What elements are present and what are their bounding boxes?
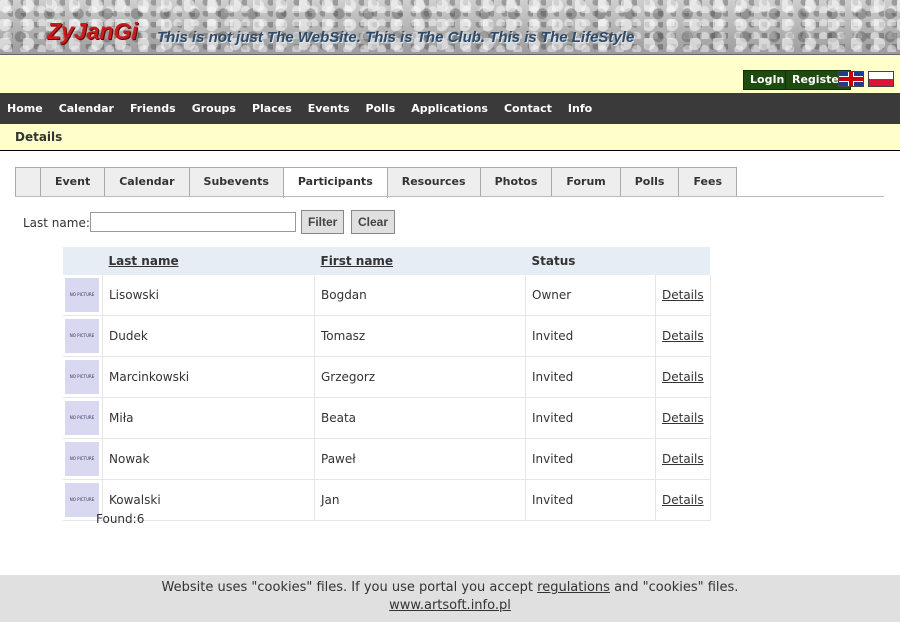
status-cell: Invited — [525, 479, 656, 521]
nav-applications[interactable]: Applications — [411, 102, 488, 115]
details-link[interactable]: Details — [655, 275, 711, 316]
last-name-column-header[interactable]: Last name — [102, 247, 315, 275]
tab-photos[interactable]: Photos — [479, 167, 553, 196]
cookie-site-line: www.artsoft.info.pl — [0, 598, 900, 613]
status-cell: Invited — [525, 397, 656, 439]
last-name-cell: Dudek — [102, 315, 315, 357]
nav-friends[interactable]: Friends — [130, 102, 176, 115]
last-name-label: Last name: — [23, 216, 90, 230]
found-count: Found:6 — [96, 512, 145, 526]
site-banner: ZyJanGi This is not just The WebSite. Th… — [0, 0, 900, 55]
site-tagline: This is not just The WebSite. This is Th… — [157, 29, 635, 46]
tab-forum[interactable]: Forum — [551, 167, 621, 196]
last-name-cell: Lisowski — [102, 275, 315, 316]
nav-contact[interactable]: Contact — [504, 102, 552, 115]
first-name-cell: Beata — [314, 397, 526, 439]
event-tabs: Event Calendar Subevents Participants Re… — [15, 167, 738, 198]
cookie-text-after: and "cookies" files. — [609, 580, 739, 595]
tab-calendar[interactable]: Calendar — [104, 167, 190, 196]
tab-divider — [15, 196, 884, 197]
table-row: NO PICTURE Marcinkowski Grzegorz Invited… — [63, 356, 711, 398]
status-cell: Invited — [525, 356, 656, 398]
details-link[interactable]: Details — [655, 479, 711, 521]
avatar-cell: NO PICTURE — [63, 356, 103, 398]
tab-blank[interactable] — [15, 167, 41, 196]
no-picture-avatar: NO PICTURE — [65, 401, 99, 435]
main-navigation: Home Calendar Friends Groups Places Even… — [0, 93, 900, 124]
picture-column-header — [63, 247, 103, 275]
cookie-text-before: Website uses "cookies" files. If you use… — [161, 580, 538, 595]
site-link[interactable]: www.artsoft.info.pl — [389, 598, 511, 613]
first-name-cell: Bogdan — [314, 275, 526, 316]
tab-event[interactable]: Event — [40, 167, 106, 196]
first-name-cell: Jan — [314, 479, 526, 521]
nav-polls[interactable]: Polls — [366, 102, 396, 115]
details-link[interactable]: Details — [655, 356, 711, 398]
avatar-cell: NO PICTURE — [63, 315, 103, 357]
participants-table: Last name First name Status NO PICTURE L… — [63, 247, 711, 521]
no-picture-avatar: NO PICTURE — [65, 483, 99, 517]
details-link[interactable]: Details — [655, 397, 711, 439]
first-name-column-header[interactable]: First name — [314, 247, 526, 275]
table-header-row: Last name First name Status — [63, 247, 711, 275]
tab-subevents[interactable]: Subevents — [188, 167, 284, 196]
clear-button[interactable]: Clear — [351, 210, 396, 234]
english-flag-icon[interactable] — [838, 71, 864, 87]
no-picture-avatar: NO PICTURE — [65, 278, 99, 312]
nav-events[interactable]: Events — [308, 102, 350, 115]
nav-calendar[interactable]: Calendar — [59, 102, 114, 115]
cookie-text: Website uses "cookies" files. If you use… — [0, 580, 900, 595]
nav-groups[interactable]: Groups — [192, 102, 236, 115]
no-picture-avatar: NO PICTURE — [65, 442, 99, 476]
nav-home[interactable]: Home — [7, 102, 43, 115]
section-title: Details — [15, 130, 63, 144]
cookie-notice: Website uses "cookies" files. If you use… — [0, 575, 900, 622]
polish-flag-icon[interactable] — [868, 71, 894, 87]
no-picture-avatar: NO PICTURE — [65, 360, 99, 394]
details-link[interactable]: Details — [655, 315, 711, 357]
first-name-cell: Paweł — [314, 438, 526, 480]
tab-polls[interactable]: Polls — [619, 167, 680, 196]
last-name-cell: Nowak — [102, 438, 315, 480]
details-link[interactable]: Details — [655, 438, 711, 480]
site-logo[interactable]: ZyJanGi — [47, 18, 138, 45]
auth-bar: LogIn Register — [0, 55, 900, 93]
table-row: NO PICTURE Kowalski Jan Invited Details — [63, 479, 711, 521]
nav-places[interactable]: Places — [252, 102, 292, 115]
last-name-input[interactable] — [90, 212, 296, 232]
nav-info[interactable]: Info — [568, 102, 592, 115]
no-picture-avatar: NO PICTURE — [65, 319, 99, 353]
table-row: NO PICTURE Nowak Paweł Invited Details — [63, 438, 711, 480]
tab-resources[interactable]: Resources — [386, 167, 481, 196]
tab-fees[interactable]: Fees — [678, 167, 738, 196]
avatar-cell: NO PICTURE — [63, 275, 103, 316]
tab-participants[interactable]: Participants — [282, 167, 388, 198]
section-header: Details — [0, 124, 900, 151]
table-row: NO PICTURE Miła Beata Invited Details — [63, 397, 711, 439]
first-name-cell: Grzegorz — [314, 356, 526, 398]
avatar-cell: NO PICTURE — [63, 438, 103, 480]
table-row: NO PICTURE Lisowski Bogdan Owner Details — [63, 275, 711, 316]
last-name-cell: Miła — [102, 397, 315, 439]
status-cell: Invited — [525, 315, 656, 357]
status-cell: Invited — [525, 438, 656, 480]
avatar-cell: NO PICTURE — [63, 397, 103, 439]
regulations-link[interactable]: regulations — [537, 580, 610, 595]
status-cell: Owner — [525, 275, 656, 316]
first-name-cell: Tomasz — [314, 315, 526, 357]
last-name-cell: Marcinkowski — [102, 356, 315, 398]
table-row: NO PICTURE Dudek Tomasz Invited Details — [63, 315, 711, 357]
details-column-header — [655, 247, 711, 275]
status-column-header: Status — [525, 247, 656, 275]
filter-button[interactable]: Filter — [301, 210, 345, 234]
